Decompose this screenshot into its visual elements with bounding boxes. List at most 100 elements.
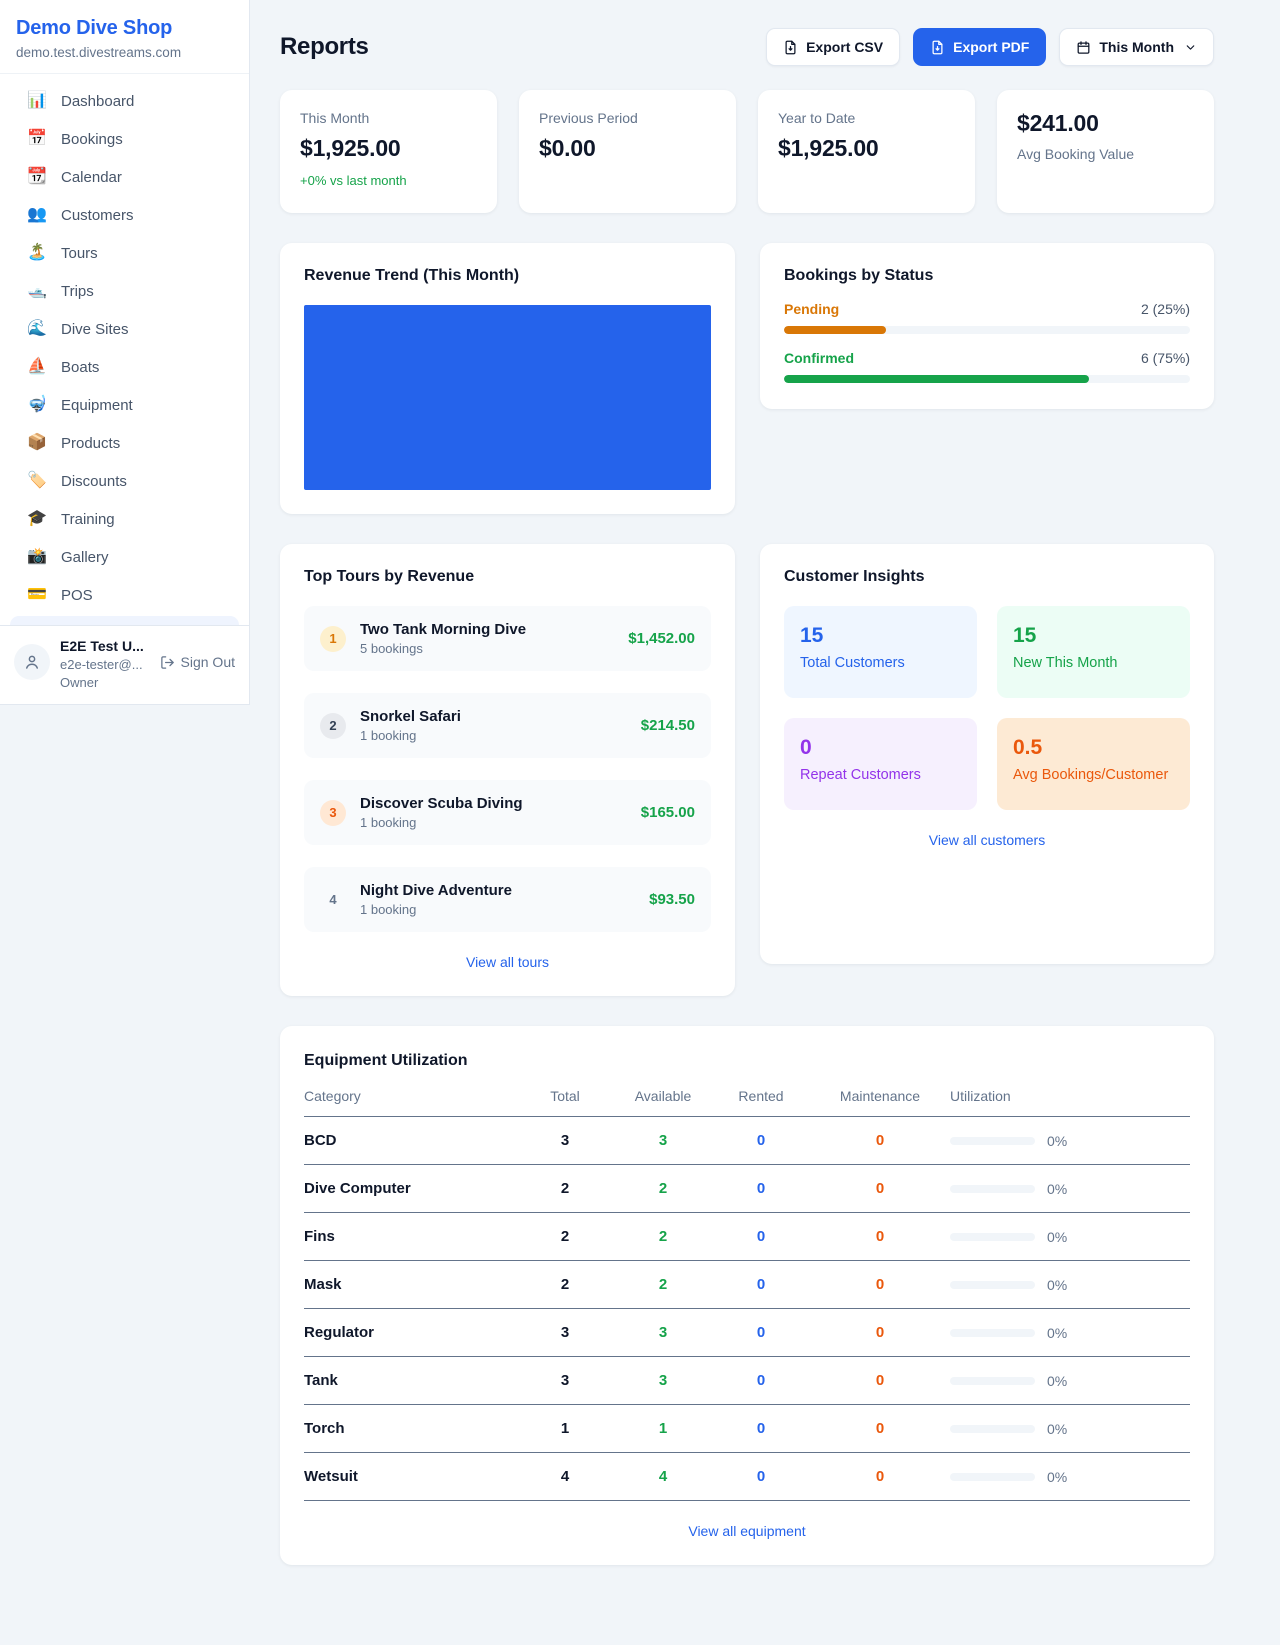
table-row: Fins 2 2 0 0 0% [304, 1213, 1190, 1261]
sign-out-button[interactable]: Sign Out [160, 654, 235, 670]
sidebar-item-dashboard[interactable]: 📊 Dashboard [0, 82, 249, 120]
stat-card-avg-booking-value: $241.00 Avg Booking Value [997, 90, 1214, 213]
sailboat-icon: ⛵ [27, 359, 47, 375]
sidebar-item-customers[interactable]: 👥 Customers [0, 196, 249, 234]
equipment-total: 2 [516, 1228, 614, 1245]
table-header: Category Total Available Rented Maintena… [304, 1088, 1190, 1117]
sidebar-item-reports-partial[interactable] [10, 616, 239, 625]
equipment-total: 3 [516, 1324, 614, 1341]
sidebar-item-label: Equipment [61, 397, 133, 414]
tour-name: Two Tank Morning Dive [360, 621, 614, 638]
equipment-available: 2 [614, 1276, 712, 1293]
tile-label: Total Customers [800, 655, 961, 671]
tour-amount: $1,452.00 [628, 630, 695, 647]
column-header-available: Available [614, 1088, 712, 1104]
utilization-bar [950, 1281, 1035, 1289]
view-all-tours-link[interactable]: View all tours [466, 954, 549, 970]
tour-info: Two Tank Morning Dive 5 bookings [360, 621, 614, 656]
revenue-trend-title: Revenue Trend (This Month) [304, 267, 711, 285]
user-name: E2E Test U... [60, 638, 144, 654]
user-panel: E2E Test U... e2e-tester@... Owner Sign … [0, 625, 249, 704]
stat-value: $0.00 [539, 135, 716, 162]
view-all-equipment-link[interactable]: View all equipment [688, 1523, 805, 1539]
avatar [14, 644, 50, 680]
top-tours-card: Top Tours by Revenue 1 Two Tank Morning … [280, 544, 735, 996]
stat-card-year-to-date: Year to Date $1,925.00 [758, 90, 975, 213]
revenue-trend-chart [304, 305, 711, 490]
period-dropdown[interactable]: This Month [1059, 28, 1214, 66]
sidebar-item-calendar[interactable]: 📆 Calendar [0, 158, 249, 196]
tile-repeat-customers: 0 Repeat Customers [784, 718, 977, 810]
camera-icon: 📸 [27, 549, 47, 565]
equipment-available: 3 [614, 1132, 712, 1149]
tile-label: Avg Bookings/Customer [1013, 767, 1174, 783]
equipment-category: Mask [304, 1276, 516, 1293]
person-icon [23, 653, 41, 671]
sidebar-item-boats[interactable]: ⛵ Boats [0, 348, 249, 386]
sidebar-item-training[interactable]: 🎓 Training [0, 500, 249, 538]
sidebar-item-discounts[interactable]: 🏷️ Discounts [0, 462, 249, 500]
equipment-available: 3 [614, 1324, 712, 1341]
utilization-bar [950, 1377, 1035, 1385]
tour-bookings: 1 booking [360, 902, 635, 917]
equipment-category: Tank [304, 1372, 516, 1389]
equipment-total: 2 [516, 1180, 614, 1197]
stat-value: $1,925.00 [300, 135, 477, 162]
tile-total-customers: 15 Total Customers [784, 606, 977, 698]
equipment-category: Torch [304, 1420, 516, 1437]
status-count: 2 (25%) [1141, 301, 1190, 317]
progress-track [784, 326, 1190, 334]
column-header-maintenance: Maintenance [810, 1088, 950, 1104]
export-csv-button[interactable]: Export CSV [766, 28, 900, 66]
top-tours-title: Top Tours by Revenue [304, 568, 711, 586]
tag-icon: 🏷️ [27, 473, 47, 489]
sidebar-item-products[interactable]: 📦 Products [0, 424, 249, 462]
column-header-total: Total [516, 1088, 614, 1104]
sidebar-item-equipment[interactable]: 🤿 Equipment [0, 386, 249, 424]
equipment-available: 2 [614, 1228, 712, 1245]
bookings-by-status-card: Bookings by Status Pending 2 (25%) Confi… [760, 243, 1214, 409]
sidebar-item-pos[interactable]: 💳 POS [0, 576, 249, 614]
calendar-icon [1076, 40, 1091, 55]
equipment-utilization: 0% [950, 1421, 1190, 1437]
sidebar-item-dive-sites[interactable]: 🌊 Dive Sites [0, 310, 249, 348]
sidebar-item-gallery[interactable]: 📸 Gallery [0, 538, 249, 576]
utilization-percent: 0% [1047, 1469, 1067, 1485]
graduation-cap-icon: 🎓 [27, 511, 47, 527]
view-all-customers-link[interactable]: View all customers [929, 832, 1045, 848]
status-row-pending: Pending 2 (25%) [784, 301, 1190, 334]
equipment-utilization: 0% [950, 1181, 1190, 1197]
bookings-calendar-icon: 📅 [27, 131, 47, 147]
export-csv-label: Export CSV [806, 39, 883, 55]
sidebar-item-tours[interactable]: 🏝️ Tours [0, 234, 249, 272]
sidebar-item-bookings[interactable]: 📅 Bookings [0, 120, 249, 158]
tour-name: Snorkel Safari [360, 708, 627, 725]
equipment-total: 1 [516, 1420, 614, 1437]
utilization-bar [950, 1425, 1035, 1433]
tile-value: 0.5 [1013, 736, 1174, 760]
table-row: Wetsuit 4 4 0 0 0% [304, 1453, 1190, 1501]
export-pdf-label: Export PDF [953, 39, 1029, 55]
equipment-utilization: 0% [950, 1277, 1190, 1293]
status-label: Pending [784, 301, 839, 317]
tour-name: Discover Scuba Diving [360, 795, 627, 812]
page-title: Reports [280, 33, 369, 61]
table-row: Torch 1 1 0 0 0% [304, 1405, 1190, 1453]
sidebar-item-trips[interactable]: 🛥️ Trips [0, 272, 249, 310]
brand-title[interactable]: Demo Dive Shop [16, 17, 233, 40]
tour-row: 1 Two Tank Morning Dive 5 bookings $1,45… [304, 606, 711, 671]
equipment-rented: 0 [712, 1468, 810, 1485]
wave-icon: 🌊 [27, 321, 47, 337]
utilization-percent: 0% [1047, 1277, 1067, 1293]
package-icon: 📦 [27, 435, 47, 451]
tour-info: Snorkel Safari 1 booking [360, 708, 627, 743]
table-row: Dive Computer 2 2 0 0 0% [304, 1165, 1190, 1213]
sidebar-item-label: Boats [61, 359, 99, 376]
equipment-rented: 0 [712, 1228, 810, 1245]
equipment-available: 2 [614, 1180, 712, 1197]
export-pdf-button[interactable]: Export PDF [913, 28, 1046, 66]
status-line: Confirmed 6 (75%) [784, 350, 1190, 366]
utilization-bar [950, 1137, 1035, 1145]
equipment-available: 1 [614, 1420, 712, 1437]
motorboat-icon: 🛥️ [27, 283, 47, 299]
